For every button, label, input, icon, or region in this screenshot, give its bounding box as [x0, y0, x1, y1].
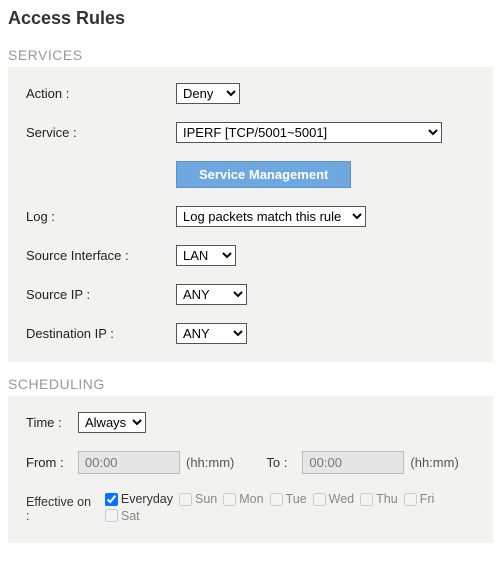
day-label-tue: Tue — [286, 492, 307, 506]
source-ip-label: Source IP : — [26, 287, 176, 302]
page-title: Access Rules — [8, 8, 493, 29]
effective-on-label: Effective on : — [26, 495, 97, 523]
day-checkbox-tue — [270, 493, 283, 506]
day-label-thu: Thu — [376, 492, 398, 506]
log-select[interactable]: Log packets match this rule — [176, 206, 366, 227]
time-label: Time : — [26, 415, 78, 430]
day-label-mon: Mon — [239, 492, 263, 506]
to-label: To : — [266, 455, 302, 470]
day-label-wed: Wed — [329, 492, 354, 506]
day-checkbox-sun — [179, 493, 192, 506]
from-hint: (hh:mm) — [186, 455, 234, 470]
day-mon: Mon — [223, 492, 263, 506]
action-label: Action : — [26, 86, 176, 101]
day-label-fri: Fri — [420, 492, 435, 506]
action-select[interactable]: Deny — [176, 83, 240, 104]
destination-ip-select[interactable]: ANY — [176, 323, 247, 344]
day-checkbox-mon — [223, 493, 236, 506]
day-thu: Thu — [360, 492, 398, 506]
day-sun: Sun — [179, 492, 217, 506]
day-tue: Tue — [270, 492, 307, 506]
section-header-scheduling: SCHEDULING — [8, 376, 493, 392]
section-header-services: SERVICES — [8, 47, 493, 63]
source-interface-label: Source Interface : — [26, 248, 176, 263]
to-input[interactable] — [302, 451, 404, 474]
day-label-sun: Sun — [195, 492, 217, 506]
source-ip-select[interactable]: ANY — [176, 284, 247, 305]
day-everyday[interactable]: Everyday — [105, 492, 173, 506]
time-select[interactable]: Always — [78, 412, 146, 433]
day-label-sat: Sat — [121, 509, 140, 523]
log-label: Log : — [26, 209, 176, 224]
day-checkbox-thu — [360, 493, 373, 506]
effective-on-row: Effective on : Everyday Sun Mon Tue Wed Thu Fr… — [26, 492, 475, 525]
scheduling-panel: Time : Always From : (hh:mm) To : (hh:mm… — [8, 396, 493, 543]
service-management-button[interactable]: Service Management — [176, 161, 351, 188]
day-fri: Fri — [404, 492, 435, 506]
service-label: Service : — [26, 125, 176, 140]
day-sat: Sat — [105, 509, 140, 523]
services-panel: Action : Deny Service : IPERF [TCP/5001~… — [8, 67, 493, 362]
from-input[interactable] — [78, 451, 180, 474]
destination-ip-label: Destination IP : — [26, 326, 176, 341]
day-checkbox-wed — [313, 493, 326, 506]
day-label-everyday: Everyday — [121, 492, 173, 506]
day-wed: Wed — [313, 492, 354, 506]
day-checkbox-everyday[interactable] — [105, 493, 118, 506]
to-hint: (hh:mm) — [410, 455, 458, 470]
from-label: From : — [26, 455, 78, 470]
source-interface-select[interactable]: LAN — [176, 245, 236, 266]
service-select[interactable]: IPERF [TCP/5001~5001] — [176, 122, 442, 143]
day-checkbox-sat — [105, 509, 118, 522]
day-checkbox-fri — [404, 493, 417, 506]
